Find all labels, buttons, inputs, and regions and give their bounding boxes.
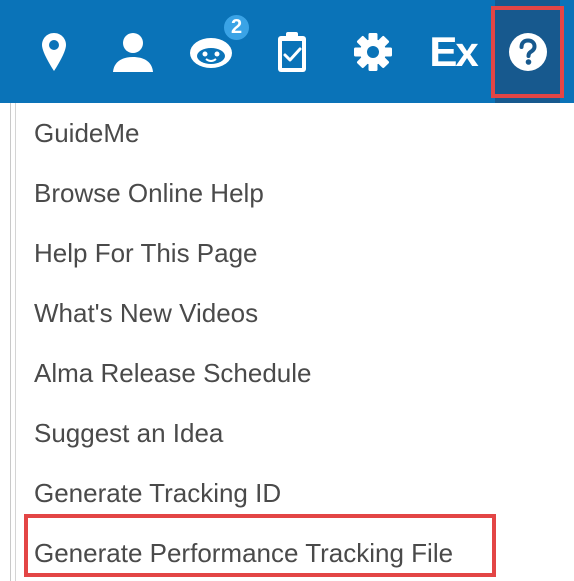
help-button[interactable]	[495, 0, 560, 103]
menu-item-guideme[interactable]: GuideMe	[34, 103, 140, 163]
menu-item-whats-new-videos[interactable]: What's New Videos	[34, 283, 258, 343]
notification-badge: 2	[222, 13, 251, 42]
help-icon	[508, 32, 547, 71]
user-menu-button[interactable]	[108, 0, 158, 103]
menu-item-alma-release-schedule[interactable]: Alma Release Schedule	[34, 343, 312, 403]
top-toolbar: 2 Ex	[0, 0, 574, 103]
menu-item-browse-online-help[interactable]: Browse Online Help	[34, 163, 264, 223]
menu-item-suggest-an-idea[interactable]: Suggest an Idea	[34, 403, 223, 463]
user-icon	[113, 32, 153, 72]
menu-item-help-for-this-page[interactable]: Help For This Page	[34, 223, 258, 283]
menu-item-generate-tracking-id[interactable]: Generate Tracking ID	[34, 463, 281, 523]
ex-libris-logo: Ex	[429, 27, 478, 75]
help-dropdown-menu: GuideMe Browse Online Help Help For This…	[15, 103, 574, 581]
tasks-button[interactable]	[270, 0, 314, 103]
location-button[interactable]	[30, 0, 78, 103]
ex-libris-button[interactable]: Ex	[426, 0, 480, 103]
screen: 2 Ex GuideMe Browse Online Help Help For…	[0, 0, 574, 581]
gear-icon	[354, 32, 392, 71]
menu-item-generate-performance-tracking-file[interactable]: Generate Performance Tracking File	[34, 523, 453, 581]
page-divider	[10, 103, 11, 581]
location-pin-icon	[42, 32, 66, 71]
settings-button[interactable]	[350, 0, 396, 103]
clipboard-check-icon	[278, 31, 306, 72]
